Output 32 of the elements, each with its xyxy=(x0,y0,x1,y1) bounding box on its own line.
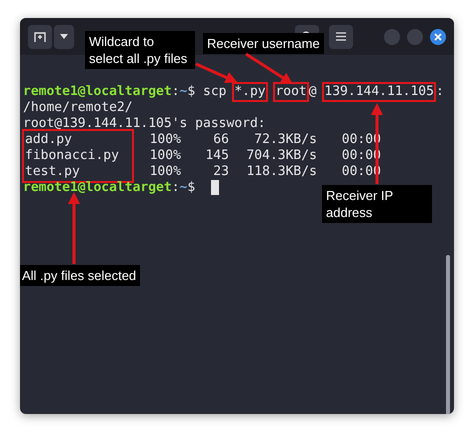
command-text: @ xyxy=(308,84,317,100)
transfer-percent: 100% xyxy=(148,132,181,148)
annotation-tooltip: Wildcard to select all .py files xyxy=(85,31,195,69)
prompt-symbol: $ xyxy=(187,84,196,100)
output-text: root@139.144.11.105's password: xyxy=(23,116,266,132)
prompt-path: ~ xyxy=(180,180,188,196)
annotation-tooltip: All .py files selected xyxy=(20,265,140,286)
prompt-separator: : xyxy=(172,84,180,100)
transfer-speed: 72.3KB/s xyxy=(253,132,317,148)
prompt-user: remote1@localtarget xyxy=(23,180,172,196)
prompt-user: remote1@localtarget xyxy=(23,84,172,100)
transfer-speed: 704.3KB/s xyxy=(245,148,317,164)
highlighted-text: 139.144.11.105 xyxy=(324,84,434,100)
transfer-size: 145 xyxy=(204,148,229,164)
file-name: test.py xyxy=(25,164,81,180)
highlighted-text: root xyxy=(275,84,307,100)
file-name: add.py xyxy=(25,132,73,148)
annotation-tooltip: Receiver username xyxy=(203,33,324,54)
command-text: scp xyxy=(203,84,226,100)
highlighted-text: *.py xyxy=(234,84,266,100)
command-text: : xyxy=(436,84,444,100)
annotation-tooltip: Receiver IP address xyxy=(322,185,432,223)
transfer-percent: 100% xyxy=(148,164,181,180)
transfer-speed: 118.3KB/s xyxy=(245,164,317,180)
transfer-percent: 100% xyxy=(148,148,181,164)
prompt-separator: : xyxy=(172,180,180,196)
transfer-size: 66 xyxy=(212,132,229,148)
output-text: /home/remote2/ xyxy=(23,100,133,116)
file-name: fibonacci.py xyxy=(25,148,119,164)
prompt-path: ~ xyxy=(180,84,188,100)
transfer-size: 23 xyxy=(212,164,229,180)
prompt-symbol: $ xyxy=(187,180,196,196)
